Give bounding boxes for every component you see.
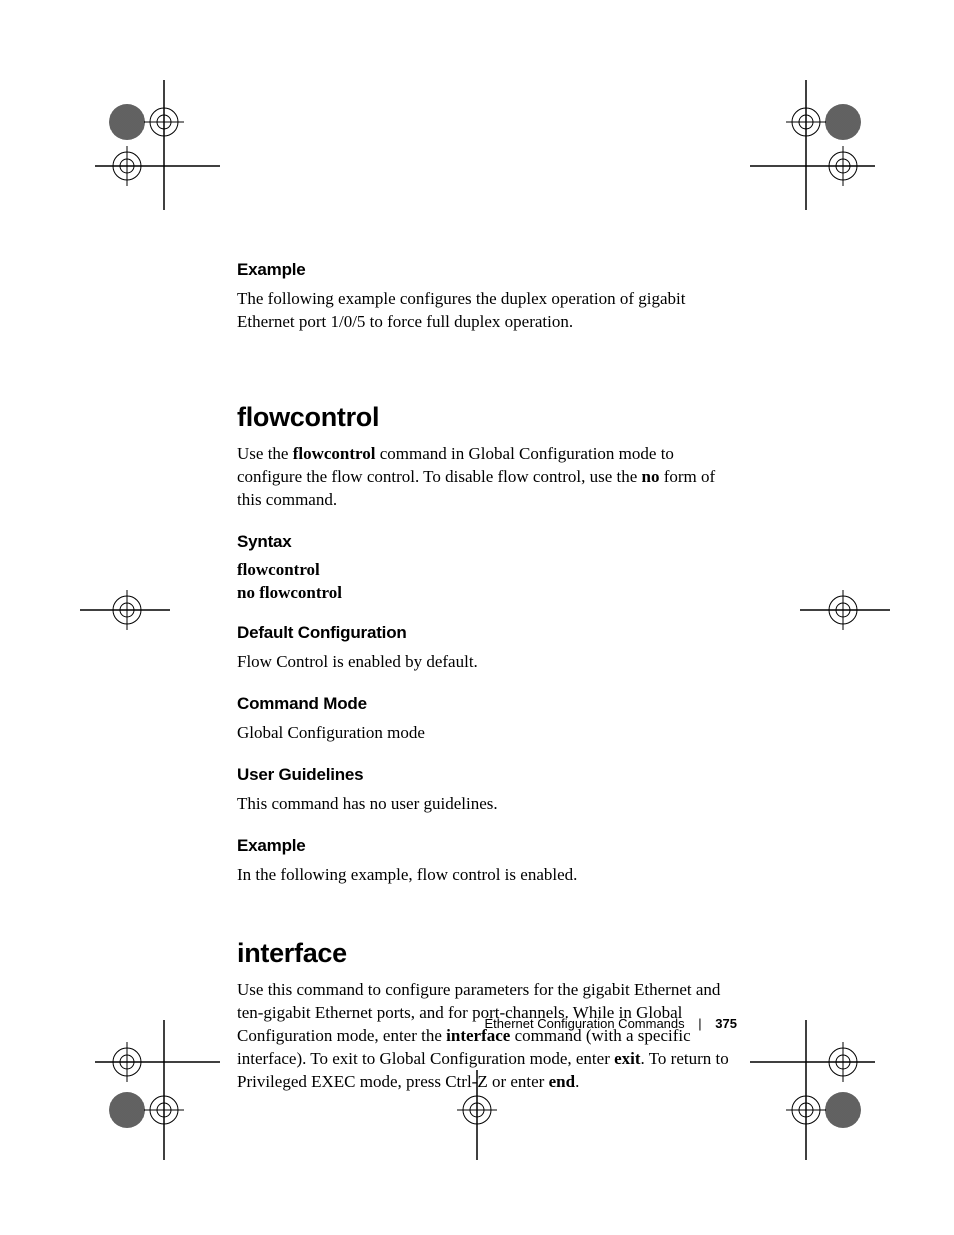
- heading-flowcontrol: flowcontrol: [237, 402, 737, 433]
- text-bold: flowcontrol: [293, 444, 376, 463]
- heading-example-2: Example: [237, 836, 737, 856]
- para-example-2: In the following example, flow control i…: [237, 864, 737, 887]
- heading-default-config: Default Configuration: [237, 623, 737, 643]
- text-bold: no: [642, 467, 660, 486]
- para-command-mode: Global Configuration mode: [237, 722, 737, 745]
- syntax-line-2: no flowcontrol: [237, 583, 737, 603]
- footer-separator: |: [698, 1016, 701, 1031]
- footer-title: Ethernet Configuration Commands: [484, 1016, 684, 1031]
- heading-command-mode: Command Mode: [237, 694, 737, 714]
- para-interface: Use this command to configure parameters…: [237, 979, 737, 1094]
- heading-user-guidelines: User Guidelines: [237, 765, 737, 785]
- text-fragment: .: [575, 1072, 579, 1091]
- heading-example-1: Example: [237, 260, 737, 280]
- page-footer: Ethernet Configuration Commands | 375: [237, 1016, 737, 1031]
- text-bold: end: [549, 1072, 575, 1091]
- para-example-1: The following example configures the dup…: [237, 288, 737, 334]
- heading-interface: interface: [237, 938, 737, 969]
- heading-syntax: Syntax: [237, 532, 737, 552]
- syntax-line-1: flowcontrol: [237, 560, 737, 580]
- text-bold: exit: [614, 1049, 640, 1068]
- footer-page-number: 375: [715, 1016, 737, 1031]
- document-page: Example The following example configures…: [0, 0, 954, 1235]
- para-flowcontrol-intro: Use the flowcontrol command in Global Co…: [237, 443, 737, 512]
- text-fragment: Use the: [237, 444, 293, 463]
- para-default-config: Flow Control is enabled by default.: [237, 651, 737, 674]
- para-user-guidelines: This command has no user guidelines.: [237, 793, 737, 816]
- page-content: Example The following example configures…: [237, 260, 737, 1100]
